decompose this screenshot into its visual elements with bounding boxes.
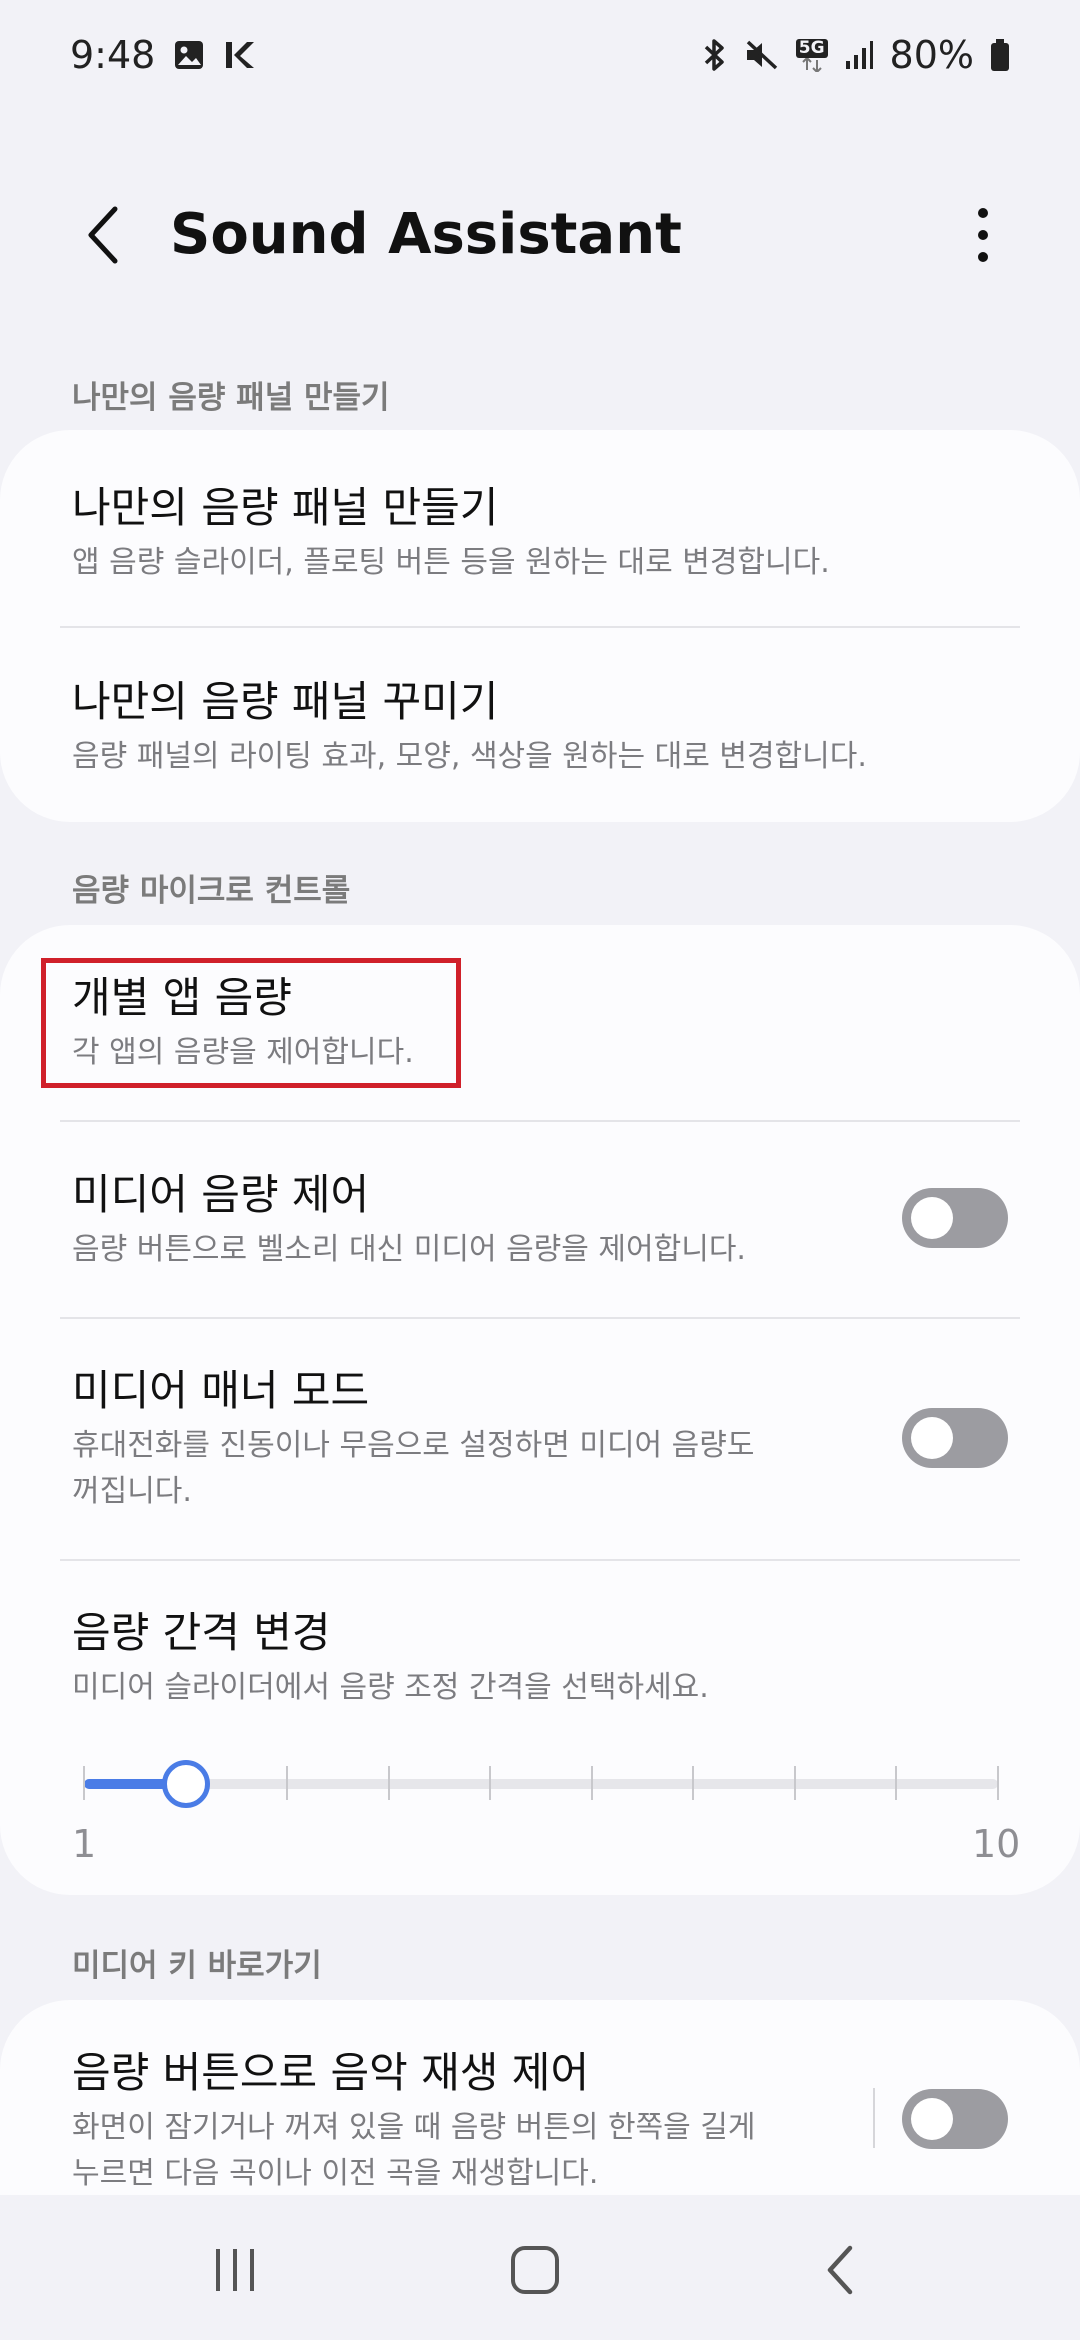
divider — [60, 1559, 1020, 1561]
slider-max-label: 10 — [972, 1822, 1021, 1866]
item-title: 음량 버튼으로 음악 재생 제어 — [72, 2048, 590, 2097]
slider-min-label: 1 — [72, 1822, 97, 1866]
item-subtitle-line2: 누르면 다음 곡이나 이전 곡을 재생합니다. — [72, 2156, 599, 2191]
item-subtitle: 앱 음량 슬라이더, 플로팅 버튼 등을 원하는 대로 변경합니다. — [72, 545, 830, 580]
slider-thumb[interactable] — [161, 1760, 210, 1808]
divider — [60, 1120, 1020, 1122]
volume-step-slider[interactable] — [83, 1760, 999, 1808]
item-subtitle-line1: 화면이 잠기거나 꺼져 있을 때 음량 버튼의 한쪽을 길게 — [72, 2110, 756, 2145]
list-item-media-silent-mode[interactable]: 미디어 매너 모드 휴대전화를 진동이나 무음으로 설정하면 미디어 음량도 꺼… — [72, 1363, 1022, 1515]
signal-icon — [844, 39, 874, 71]
highlight-box — [41, 958, 461, 1088]
slider-tick — [489, 1766, 492, 1800]
section-label-create-panel: 나만의 음량 패널 만들기 — [72, 380, 390, 416]
status-bar: 9:48 5G 80% — [0, 0, 1080, 110]
back-icon[interactable] — [800, 2235, 880, 2305]
item-subtitle: 휴대전화를 진동이나 무음으로 설정하면 미디어 음량도 꺼집니다. — [72, 1423, 1022, 1515]
list-item-music-control[interactable]: 음량 버튼으로 음악 재생 제어 화면이 잠기거나 꺼져 있을 때 음량 버튼의… — [72, 2045, 872, 2197]
app-bar: Sound Assistant — [0, 170, 1080, 300]
slider-tick — [387, 1766, 390, 1800]
slider-track[interactable] — [84, 1779, 998, 1789]
item-subtitle: 음량 패널의 라이팅 효과, 모양, 색상을 원하는 대로 변경합니다. — [72, 739, 867, 774]
item-subtitle-line1: 휴대전화를 진동이나 무음으로 설정하면 미디어 음량도 — [72, 1428, 755, 1463]
slider-tick — [997, 1766, 999, 1800]
slider-tick — [895, 1766, 898, 1800]
home-icon[interactable] — [495, 2235, 575, 2305]
list-item-customize-volume-panel[interactable]: 나만의 음량 패널 꾸미기 음량 패널의 라이팅 효과, 모양, 색상을 원하는… — [72, 674, 1022, 780]
item-subtitle: 화면이 잠기거나 꺼져 있을 때 음량 버튼의 한쪽을 길게 누르면 다음 곡이… — [72, 2105, 872, 2197]
media-volume-toggle[interactable] — [902, 1188, 1008, 1248]
slider-tick — [286, 1766, 289, 1800]
battery-percent: 80% — [889, 33, 974, 77]
item-title: 나만의 음량 패널 꾸미기 — [72, 677, 499, 726]
toggle-knob — [911, 1197, 953, 1239]
recents-icon[interactable] — [195, 2235, 275, 2305]
bluetooth-icon — [702, 37, 728, 73]
chevron-left-icon[interactable] — [68, 200, 138, 270]
card-media-key: 음량 버튼으로 음악 재생 제어 화면이 잠기거나 꺼져 있을 때 음량 버튼의… — [0, 2000, 1080, 2195]
slider-tick — [83, 1766, 85, 1800]
item-title: 음량 간격 변경 — [72, 1608, 331, 1657]
page-title: Sound Assistant — [170, 202, 682, 267]
5g-icon: 5G — [795, 38, 828, 72]
music-control-toggle[interactable] — [902, 2089, 1008, 2149]
image-icon — [173, 39, 205, 71]
section-label-micro-control: 음량 마이크로 컨트롤 — [72, 873, 351, 909]
item-subtitle: 미디어 슬라이더에서 음량 조정 간격을 선택하세요. — [72, 1670, 709, 1705]
list-item-create-volume-panel[interactable]: 나만의 음량 패널 만들기 앱 음량 슬라이더, 플로팅 버튼 등을 원하는 대… — [72, 480, 1022, 586]
item-title: 미디어 매너 모드 — [72, 1366, 370, 1415]
divider — [60, 1317, 1020, 1319]
slider-tick — [692, 1766, 695, 1800]
list-item-media-volume-control[interactable]: 미디어 음량 제어 음량 버튼으로 벨소리 대신 미디어 음량을 제어합니다. — [72, 1167, 1022, 1273]
vertical-divider — [873, 2088, 875, 2148]
navigation-bar — [0, 2195, 1080, 2340]
battery-icon — [990, 38, 1010, 72]
section-label-media-key: 미디어 키 바로가기 — [72, 1948, 322, 1984]
k-app-icon — [223, 39, 257, 71]
slider-tick — [590, 1766, 593, 1800]
more-vertical-icon[interactable] — [948, 200, 1018, 270]
item-title: 나만의 음량 패널 만들기 — [72, 483, 499, 532]
network-label: 5G — [795, 38, 828, 58]
item-title: 미디어 음량 제어 — [72, 1170, 370, 1219]
divider — [60, 626, 1020, 628]
status-time: 9:48 — [70, 33, 156, 77]
toggle-knob — [911, 2098, 953, 2140]
media-silent-mode-toggle[interactable] — [902, 1408, 1008, 1468]
toggle-knob — [911, 1417, 953, 1459]
slider-tick — [793, 1766, 796, 1800]
item-subtitle: 음량 버튼으로 벨소리 대신 미디어 음량을 제어합니다. — [72, 1232, 746, 1267]
item-subtitle-line2: 꺼집니다. — [72, 1474, 192, 1509]
mute-icon — [744, 38, 780, 72]
card-create-panel: 나만의 음량 패널 만들기 앱 음량 슬라이더, 플로팅 버튼 등을 원하는 대… — [0, 430, 1080, 822]
list-item-volume-step: 음량 간격 변경 미디어 슬라이더에서 음량 조정 간격을 선택하세요. — [72, 1605, 1022, 1711]
